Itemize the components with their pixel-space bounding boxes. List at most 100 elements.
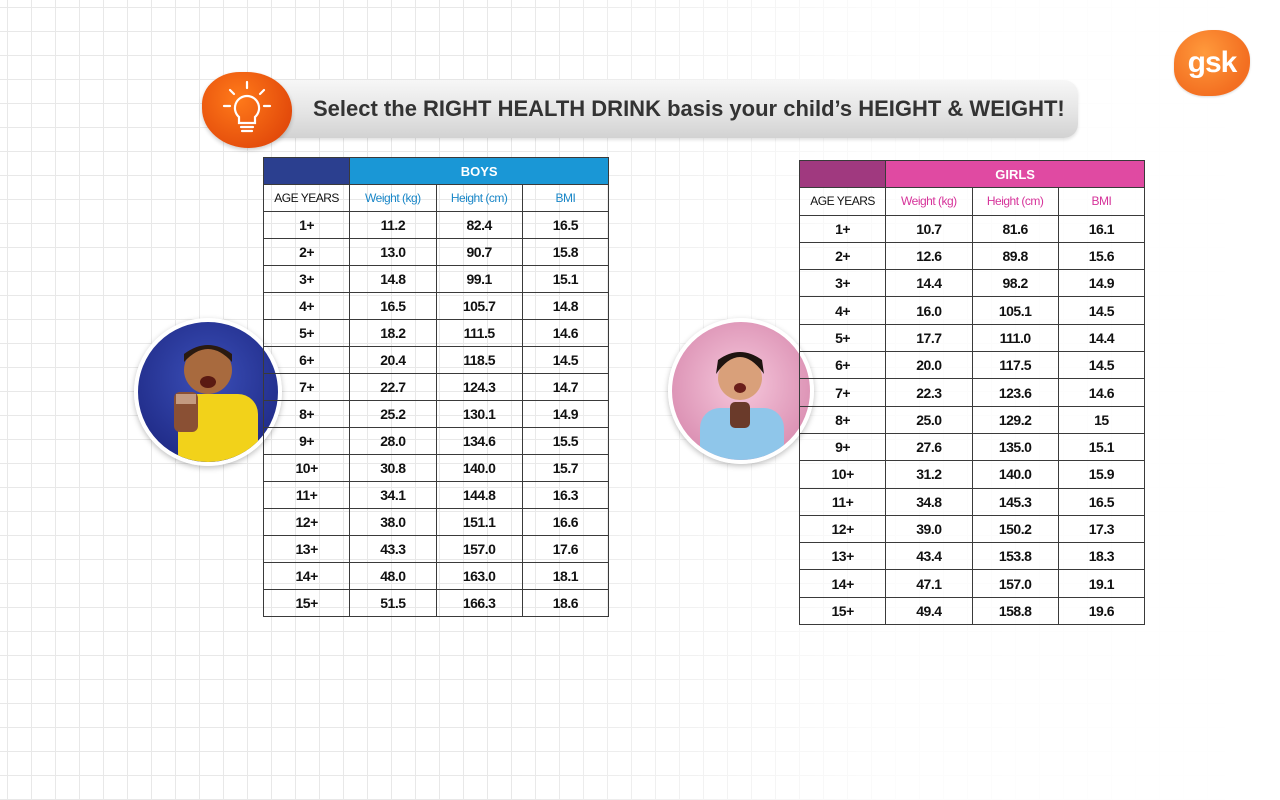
girls-table-row: 4+ 16.0 105.1 14.5 (798, 296, 1146, 325)
girl-photo (668, 318, 814, 464)
girls-rows: 1+ 10.7 81.6 16.1 2+ 12.6 89.8 15.6 3+ 14.4 98.2 14… (798, 214, 1146, 626)
boys-cell-age: 3+ (262, 265, 351, 293)
girls-cell-weight: 27.6 (885, 432, 973, 462)
boys-col-bmi: BMI (521, 184, 610, 212)
girls-cell-height: 89.8 (971, 241, 1059, 271)
girls-cell-age: 6+ (798, 351, 887, 380)
girls-cell-bmi: 19.1 (1057, 569, 1146, 598)
boys-cell-weight: 28.0 (349, 427, 437, 455)
boys-table-row: 15+ 51.5 166.3 18.6 (262, 589, 610, 617)
page-title: Select the RIGHT HEALTH DRINK basis your… (313, 96, 1065, 121)
boys-rows: 1+ 11.2 82.4 16.5 2+ 13.0 90.7 15.8 3+ 14.8 99.1 15… (262, 211, 610, 617)
boys-cell-height: 99.1 (435, 265, 523, 293)
boys-table-row: 13+ 43.3 157.0 17.6 (262, 535, 610, 563)
girls-cell-bmi: 14.5 (1057, 351, 1146, 380)
boys-table-row: 14+ 48.0 163.0 18.1 (262, 562, 610, 590)
boys-cell-age: 7+ (262, 373, 351, 401)
girls-table-row: 15+ 49.4 158.8 19.6 (798, 596, 1146, 626)
girls-cell-bmi: 15 (1057, 405, 1146, 434)
girls-cell-weight: 25.0 (885, 405, 973, 434)
girls-table-row: 2+ 12.6 89.8 15.6 (798, 241, 1146, 271)
girls-table-row: 11+ 34.8 145.3 16.5 (798, 487, 1146, 516)
girls-cell-age: 10+ (798, 460, 887, 489)
girls-cell-weight: 47.1 (885, 569, 973, 598)
girls-cell-age: 3+ (798, 269, 887, 298)
girls-cell-height: 105.1 (971, 296, 1059, 325)
boys-cell-bmi: 14.7 (521, 373, 610, 401)
girls-table-row: 5+ 17.7 111.0 14.4 (798, 323, 1146, 353)
boys-col-age: AGE YEARS (262, 184, 351, 212)
boys-cell-weight: 18.2 (349, 319, 437, 347)
boys-cell-age: 8+ (262, 400, 351, 428)
boys-group-header: BOYS (349, 157, 609, 185)
girls-cell-age: 5+ (798, 323, 887, 353)
boys-cell-age: 6+ (262, 346, 351, 374)
girls-cell-height: 98.2 (971, 269, 1059, 298)
girls-col-bmi: BMI (1057, 187, 1146, 216)
boys-cell-bmi: 14.8 (521, 292, 610, 320)
girls-table-row: 12+ 39.0 150.2 17.3 (798, 514, 1146, 544)
boys-cell-height: 144.8 (435, 481, 523, 509)
girls-cell-bmi: 16.1 (1057, 214, 1146, 243)
girls-cell-weight: 39.0 (885, 514, 973, 544)
girls-cell-bmi: 15.9 (1057, 460, 1146, 489)
girls-cell-weight: 22.3 (885, 378, 973, 407)
boys-cell-height: 163.0 (435, 562, 523, 590)
boys-cell-bmi: 16.5 (521, 211, 610, 239)
gsk-logo: gsk (1174, 30, 1250, 96)
girls-cell-bmi: 14.5 (1057, 296, 1146, 325)
girls-cell-height: 157.0 (971, 569, 1059, 598)
boys-cell-age: 11+ (262, 481, 351, 509)
girls-table-row: 7+ 22.3 123.6 14.6 (798, 378, 1146, 407)
girls-cell-height: 158.8 (971, 596, 1059, 626)
girls-cell-age: 7+ (798, 378, 887, 407)
boys-cell-weight: 51.5 (349, 589, 437, 617)
girls-col-age: AGE YEARS (798, 187, 887, 216)
girls-cell-bmi: 15.6 (1057, 241, 1146, 271)
boys-col-weight: Weight (kg) (349, 184, 437, 212)
boys-cell-bmi: 16.3 (521, 481, 610, 509)
logo-text: gsk (1187, 46, 1238, 79)
boys-cell-height: 157.0 (435, 535, 523, 563)
girls-group-header: GIRLS (885, 159, 1145, 189)
girls-cell-bmi: 16.5 (1057, 487, 1146, 516)
lightbulb-icon (202, 72, 292, 148)
girls-cell-weight: 17.7 (885, 323, 973, 353)
girls-cell-weight: 12.6 (885, 241, 973, 271)
boys-cell-bmi: 17.6 (521, 535, 610, 563)
boys-table-row: 3+ 14.8 99.1 15.1 (262, 265, 610, 293)
girls-col-weight: Weight (kg) (885, 187, 973, 216)
boys-table-row: 6+ 20.4 118.5 14.5 (262, 346, 610, 374)
boys-cell-age: 15+ (262, 589, 351, 617)
boys-cell-height: 105.7 (435, 292, 523, 320)
boys-cell-weight: 16.5 (349, 292, 437, 320)
boys-cell-weight: 43.3 (349, 535, 437, 563)
boys-cell-age: 5+ (262, 319, 351, 347)
girls-cell-height: 111.0 (971, 323, 1059, 353)
girls-table-row: 14+ 47.1 157.0 19.1 (798, 569, 1146, 598)
girls-cell-height: 145.3 (971, 487, 1059, 516)
girls-cell-bmi: 19.6 (1057, 596, 1146, 626)
girls-cell-age: 2+ (798, 241, 887, 271)
boys-cell-weight: 25.2 (349, 400, 437, 428)
girls-cell-height: 117.5 (971, 351, 1059, 380)
boys-corner-cell (262, 157, 351, 185)
boys-table-row: 11+ 34.1 144.8 16.3 (262, 481, 610, 509)
boys-table-row: 1+ 11.2 82.4 16.5 (262, 211, 610, 239)
girls-table-row: 13+ 43.4 153.8 18.3 (798, 542, 1146, 571)
boys-cell-weight: 30.8 (349, 454, 437, 482)
boys-cell-age: 4+ (262, 292, 351, 320)
boys-chart-table: BOYS AGE YEARS Weight (kg) Height (cm) B… (262, 157, 610, 617)
boys-cell-weight: 20.4 (349, 346, 437, 374)
boys-cell-bmi: 14.9 (521, 400, 610, 428)
girls-table-row: 6+ 20.0 117.5 14.5 (798, 351, 1146, 380)
boys-cell-bmi: 15.1 (521, 265, 610, 293)
girls-table-row: 8+ 25.0 129.2 15 (798, 405, 1146, 434)
girls-cell-weight: 43.4 (885, 542, 973, 571)
boys-cell-age: 9+ (262, 427, 351, 455)
boys-cell-height: 151.1 (435, 508, 523, 536)
girls-table-row: 9+ 27.6 135.0 15.1 (798, 432, 1146, 462)
girls-cell-height: 81.6 (971, 214, 1059, 243)
girls-cell-height: 123.6 (971, 378, 1059, 407)
boys-table-row: 7+ 22.7 124.3 14.7 (262, 373, 610, 401)
